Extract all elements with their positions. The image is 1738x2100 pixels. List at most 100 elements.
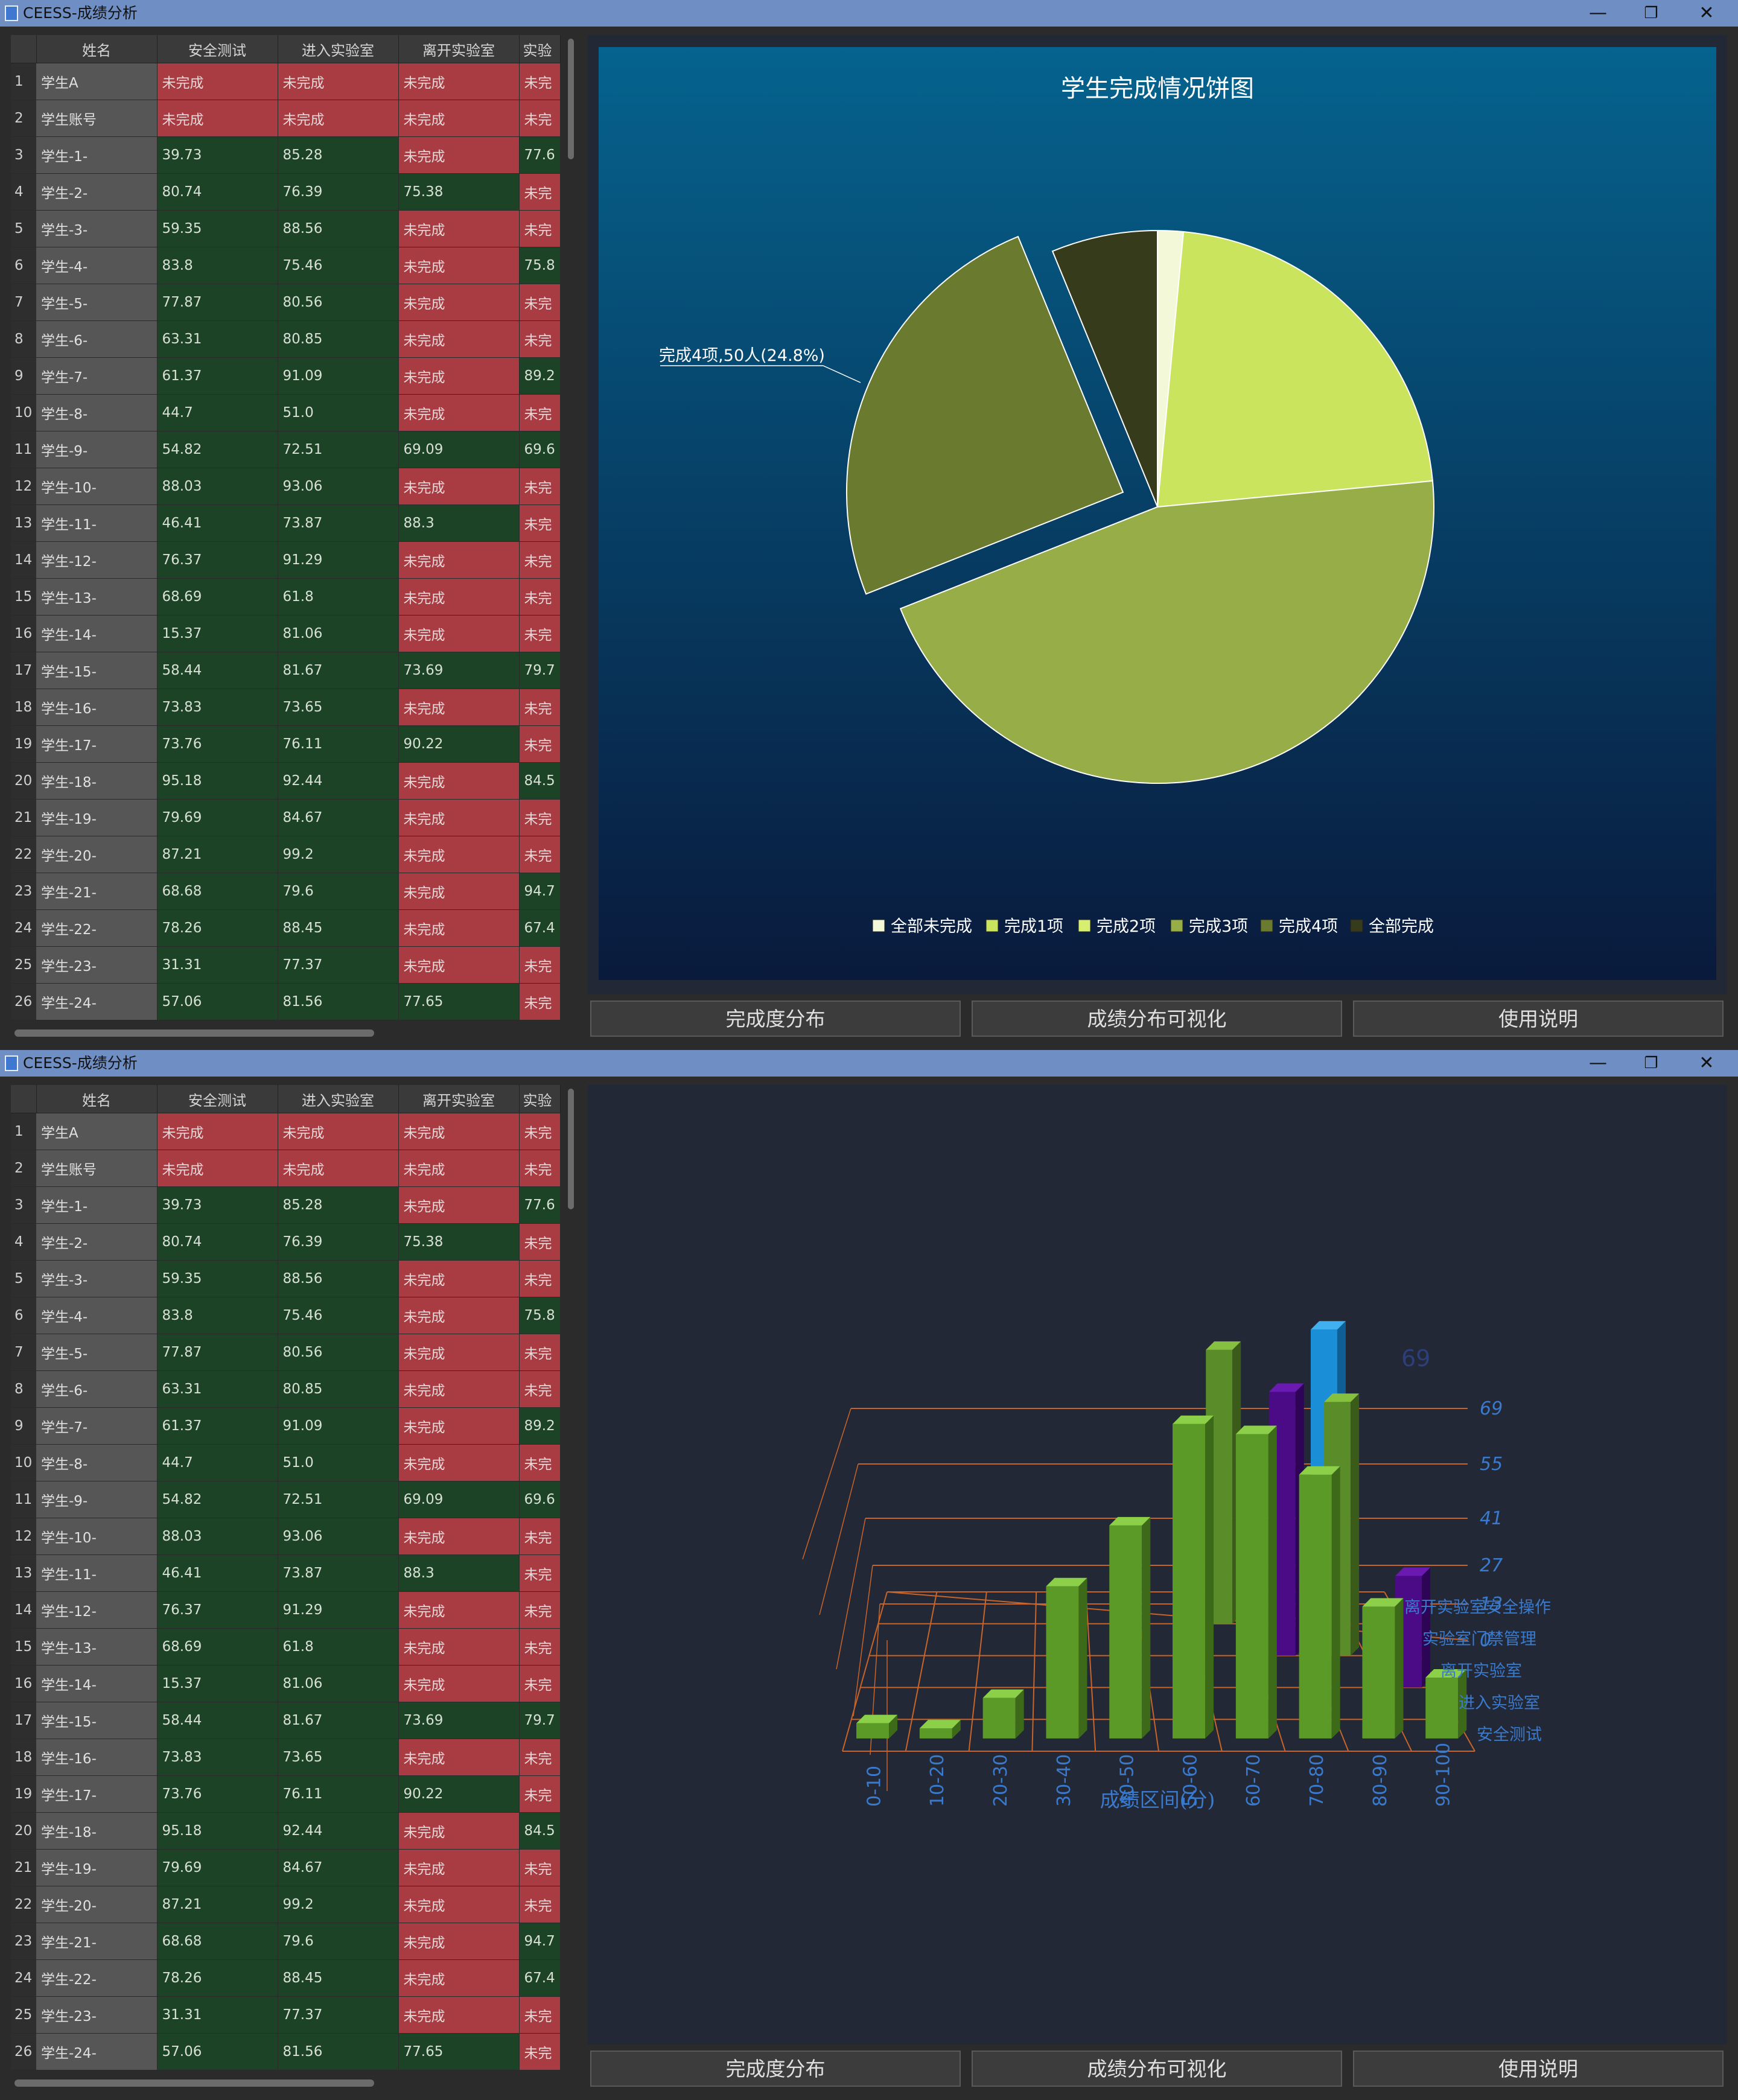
score-cell[interactable]: 未完 <box>519 504 561 542</box>
table-row[interactable]: 14 学生-12- 76.37 91.29 未完成 未完 <box>11 541 561 579</box>
score-cell[interactable]: 63.31 <box>157 320 278 358</box>
table-row[interactable]: 24 学生-22- 78.26 88.45 未完成 67.4 <box>11 1959 561 1997</box>
score-cell[interactable]: 79.69 <box>157 1849 278 1886</box>
score-cell[interactable]: 未完 <box>519 836 561 873</box>
score-cell[interactable]: 61.8 <box>278 1628 399 1666</box>
score-cell[interactable]: 44.7 <box>157 1444 278 1481</box>
table-row[interactable]: 20 学生-18- 95.18 92.44 未完成 84.5 <box>11 1812 561 1850</box>
score-cell[interactable]: 未完 <box>519 320 561 358</box>
student-name-cell[interactable]: 学生-11- <box>36 504 158 542</box>
student-name-cell[interactable]: 学生-8- <box>36 1444 158 1481</box>
score-cell[interactable]: 未完成 <box>278 1113 399 1150</box>
student-name-cell[interactable]: 学生A <box>36 1113 158 1150</box>
student-name-cell[interactable]: 学生-1- <box>36 1186 158 1224</box>
score-cell[interactable]: 80.85 <box>278 1370 399 1408</box>
table-row[interactable]: 16 学生-14- 15.37 81.06 未完成 未完 <box>11 615 561 652</box>
score-cell[interactable]: 92.44 <box>278 1812 399 1850</box>
score-cell[interactable]: 未完成 <box>398 946 520 984</box>
table-row[interactable]: 4 学生-2- 80.74 76.39 75.38 未完 <box>11 173 561 211</box>
column-header[interactable]: 实验 <box>519 35 561 63</box>
student-name-cell[interactable]: 学生-7- <box>36 1407 158 1445</box>
score-cell[interactable]: 89.2 <box>519 357 561 395</box>
student-name-cell[interactable]: 学生-11- <box>36 1554 158 1592</box>
score-cell[interactable]: 未完成 <box>398 1297 520 1334</box>
score-cell[interactable]: 94.7 <box>519 873 561 910</box>
score-visualization-button[interactable]: 成绩分布可视化 <box>972 2051 1342 2087</box>
score-cell[interactable]: 84.67 <box>278 799 399 836</box>
score-cell[interactable]: 94.7 <box>519 1923 561 1960</box>
score-cell[interactable]: 未完成 <box>157 100 278 137</box>
score-cell[interactable]: 未完 <box>519 1665 561 1702</box>
score-cell[interactable]: 73.65 <box>278 689 399 726</box>
score-cell[interactable]: 58.44 <box>157 652 278 689</box>
table-row[interactable]: 25 学生-23- 31.31 77.37 未完成 未完 <box>11 1996 561 2034</box>
score-cell[interactable]: 57.06 <box>157 2033 278 2070</box>
score-cell[interactable]: 未完 <box>519 1260 561 1297</box>
score-cell[interactable]: 79.6 <box>278 1923 399 1960</box>
score-cell[interactable]: 73.87 <box>278 504 399 542</box>
student-name-cell[interactable]: 学生-10- <box>36 1518 158 1555</box>
student-name-cell[interactable]: 学生-21- <box>36 873 158 910</box>
score-cell[interactable]: 61.8 <box>278 578 399 616</box>
table-row[interactable]: 16 学生-14- 15.37 81.06 未完成 未完 <box>11 1665 561 1702</box>
score-cell[interactable]: 88.56 <box>278 1260 399 1297</box>
score-cell[interactable]: 81.56 <box>278 983 399 1020</box>
student-name-cell[interactable]: 学生-9- <box>36 431 158 468</box>
score-cell[interactable]: 73.65 <box>278 1739 399 1776</box>
instructions-button[interactable]: 使用说明 <box>1353 2051 1724 2087</box>
score-cell[interactable]: 99.2 <box>278 836 399 873</box>
score-cell[interactable]: 未完 <box>519 1996 561 2034</box>
score-cell[interactable]: 76.39 <box>278 173 399 211</box>
score-cell[interactable]: 95.18 <box>157 1812 278 1850</box>
score-cell[interactable]: 85.28 <box>278 1186 399 1224</box>
score-cell[interactable]: 未完 <box>519 173 561 211</box>
score-cell[interactable]: 68.68 <box>157 1923 278 1960</box>
student-name-cell[interactable]: 学生-16- <box>36 1739 158 1776</box>
table-row[interactable]: 26 学生-24- 57.06 81.56 77.65 未完 <box>11 983 561 1020</box>
score-cell[interactable]: 31.31 <box>157 1996 278 2034</box>
score-cell[interactable]: 未完成 <box>398 1812 520 1850</box>
table-row[interactable]: 20 学生-18- 95.18 92.44 未完成 84.5 <box>11 762 561 800</box>
score-cell[interactable]: 92.44 <box>278 762 399 800</box>
score-cell[interactable]: 84.67 <box>278 1849 399 1886</box>
table-row[interactable]: 7 学生-5- 77.87 80.56 未完成 未完 <box>11 1334 561 1371</box>
student-name-cell[interactable]: 学生-13- <box>36 578 158 616</box>
horizontal-scrollbar[interactable] <box>11 1025 562 1040</box>
score-cell[interactable]: 未完 <box>519 1370 561 1408</box>
score-cell[interactable]: 79.7 <box>519 1702 561 1739</box>
score-cell[interactable]: 73.76 <box>157 725 278 763</box>
table-row[interactable]: 15 学生-13- 68.69 61.8 未完成 未完 <box>11 578 561 616</box>
score-cell[interactable]: 91.29 <box>278 1591 399 1629</box>
score-cell[interactable]: 未完成 <box>398 1665 520 1702</box>
score-cell[interactable]: 未完 <box>519 394 561 431</box>
score-cell[interactable]: 未完成 <box>398 136 520 174</box>
table-row[interactable]: 24 学生-22- 78.26 88.45 未完成 67.4 <box>11 909 561 947</box>
student-name-cell[interactable]: 学生-20- <box>36 836 158 873</box>
score-cell[interactable]: 78.26 <box>157 1959 278 1997</box>
score-cell[interactable]: 未完成 <box>398 1923 520 1960</box>
score-cell[interactable]: 未完成 <box>398 1260 520 1297</box>
score-cell[interactable]: 未完 <box>519 468 561 505</box>
score-cell[interactable]: 未完成 <box>398 284 520 321</box>
score-cell[interactable]: 31.31 <box>157 946 278 984</box>
score-cell[interactable]: 91.29 <box>278 541 399 579</box>
score-visualization-button[interactable]: 成绩分布可视化 <box>972 1001 1342 1037</box>
column-header[interactable]: 实验 <box>519 1085 561 1113</box>
score-cell[interactable]: 未完成 <box>398 1407 520 1445</box>
score-cell[interactable]: 79.6 <box>278 873 399 910</box>
score-cell[interactable]: 81.06 <box>278 615 399 652</box>
table-row[interactable]: 6 学生-4- 83.8 75.46 未完成 75.8 <box>11 247 561 284</box>
score-cell[interactable]: 73.69 <box>398 1702 520 1739</box>
score-cell[interactable]: 93.06 <box>278 1518 399 1555</box>
score-cell[interactable]: 未完成 <box>398 1739 520 1776</box>
score-cell[interactable]: 未完成 <box>398 836 520 873</box>
score-cell[interactable]: 未完成 <box>157 1150 278 1187</box>
table-row[interactable]: 22 学生-20- 87.21 99.2 未完成 未完 <box>11 1886 561 1923</box>
score-cell[interactable]: 未完成 <box>398 100 520 137</box>
score-cell[interactable]: 未完成 <box>278 1150 399 1187</box>
student-name-cell[interactable]: 学生-12- <box>36 541 158 579</box>
score-cell[interactable]: 未完 <box>519 1591 561 1629</box>
score-cell[interactable]: 73.87 <box>278 1554 399 1592</box>
student-name-cell[interactable]: 学生-8- <box>36 394 158 431</box>
score-cell[interactable]: 54.82 <box>157 431 278 468</box>
